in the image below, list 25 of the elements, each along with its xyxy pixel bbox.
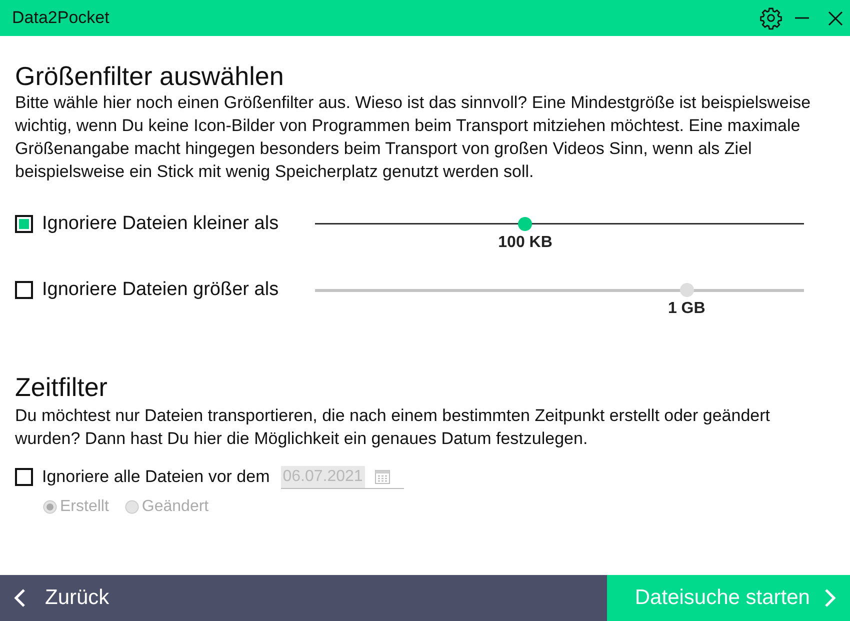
radio-button[interactable]: Erstellt xyxy=(43,498,109,516)
start-search-button[interactable]: Dateisuche starten xyxy=(607,575,850,621)
slider-value: 100 KB xyxy=(498,234,552,252)
checkbox-label: Ignoriere alle Dateien vor dem xyxy=(42,467,270,487)
radio-button[interactable]: Geändert xyxy=(124,498,209,516)
checkbox[interactable] xyxy=(15,281,33,299)
slider-thumb[interactable] xyxy=(680,283,694,297)
checkbox-label: Ignoriere Dateien größer als xyxy=(42,279,279,301)
settings-icon[interactable] xyxy=(759,6,783,30)
section-description: Bitte wähle hier noch einen Größenfilter aus. Wieso ist das sinnvoll? Eine Mindestgröße ist beispielsweise wichtig, wenn Du keine Icon-Bilder von Programmen beim Transport mitziehen möchtest. Eine maximale Größenangabe macht hingegen besonders beim Transport von großen Videos Sinn, wenn als Ziel beispielsweise ein Stick mit wenig Speicherplatz genutzt werden soll. xyxy=(15,92,812,183)
section-heading: Zeitfilter xyxy=(15,372,108,402)
checkbox[interactable] xyxy=(15,215,33,233)
chevron-right-icon xyxy=(824,588,836,608)
section-description: Du möchtest nur Dateien transportieren, die nach einem bestimmten Zeitpunkt erstellt oder geändert wurden? Dann hast Du hier die Möglichkeit ein genaues Datum festzulegen. xyxy=(15,405,772,450)
radio-icon[interactable] xyxy=(43,500,57,514)
window-title: Data2Pocket xyxy=(12,8,110,28)
slider-value: 1 GB xyxy=(668,300,706,318)
radio-icon[interactable] xyxy=(124,500,139,514)
chevron-left-icon xyxy=(14,588,26,608)
close-icon[interactable] xyxy=(828,10,843,26)
checkbox-label: Ignoriere Dateien kleiner als xyxy=(42,213,279,235)
back-button[interactable]: Zurück xyxy=(0,575,607,621)
checkbox[interactable] xyxy=(15,468,33,486)
slider-thumb[interactable] xyxy=(518,217,532,231)
section-heading: Größenfilter auswählen xyxy=(15,61,285,91)
